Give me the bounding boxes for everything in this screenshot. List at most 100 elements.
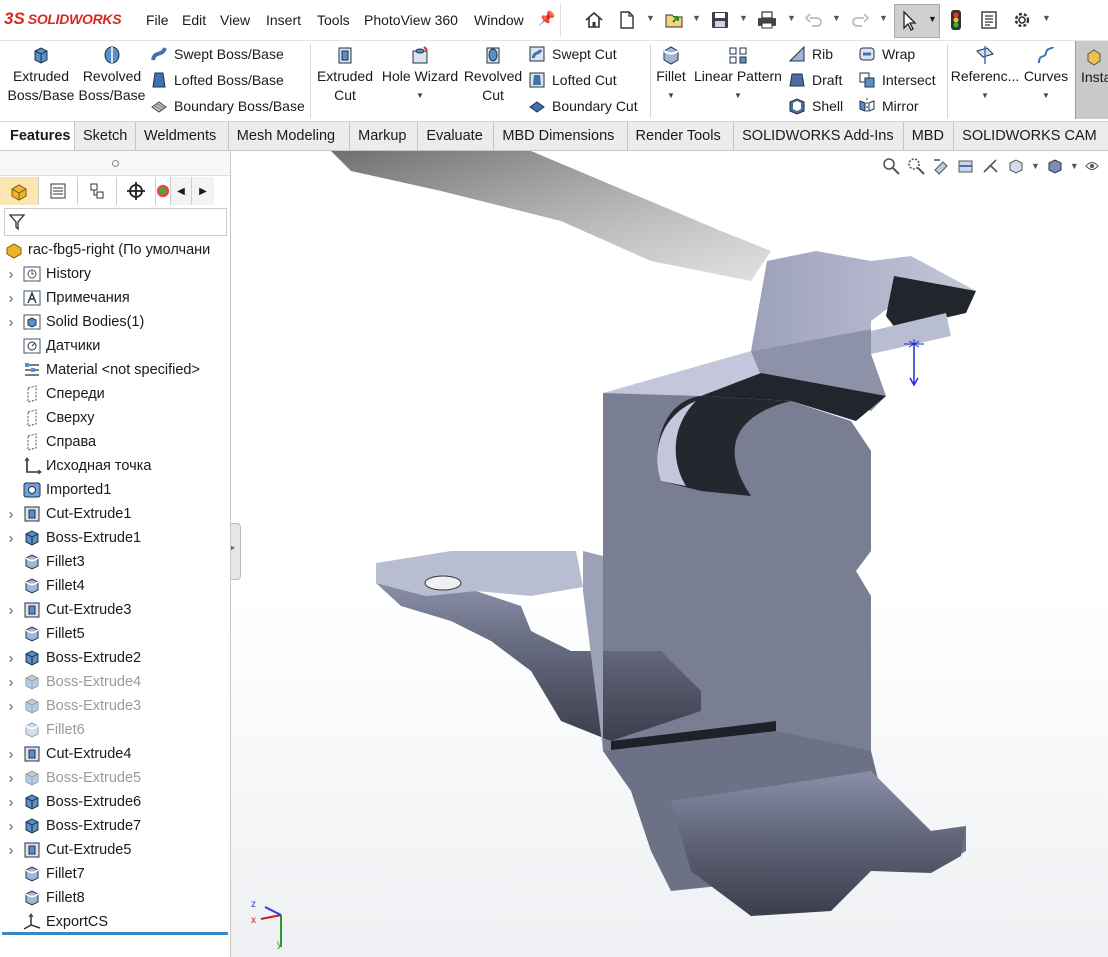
swept-cut-button[interactable]: Swept Cut bbox=[528, 43, 638, 65]
linear-pattern-button[interactable]: Linear Pattern ▼ bbox=[692, 45, 784, 105]
expand-arrow-icon[interactable]: › bbox=[4, 746, 18, 763]
tab-solidworks-cam[interactable]: SOLIDWORKS CAM bbox=[954, 122, 1108, 150]
panel-scrollbar[interactable] bbox=[2, 932, 228, 935]
tree-item[interactable]: Fillet7 bbox=[0, 862, 230, 886]
hole-wizard-dropdown-caret[interactable]: ▼ bbox=[416, 86, 424, 105]
tree-item[interactable]: Fillet6 bbox=[0, 718, 230, 742]
print-dropdown-caret[interactable]: ▼ bbox=[787, 13, 796, 23]
tree-item[interactable]: › Cut-Extrude1 bbox=[0, 502, 230, 526]
curves-button[interactable]: Curves ▼ bbox=[1022, 45, 1070, 105]
tree-item[interactable]: › Solid Bodies(1) bbox=[0, 310, 230, 334]
dimxpert-manager-tab[interactable] bbox=[117, 177, 156, 205]
tab-weldments[interactable]: Weldments bbox=[136, 122, 229, 150]
options-gear-icon[interactable] bbox=[1009, 8, 1035, 32]
menu-window[interactable]: Window bbox=[474, 12, 524, 28]
tree-filter[interactable] bbox=[4, 208, 227, 236]
boundary-cut-button[interactable]: Boundary Cut bbox=[528, 95, 638, 117]
tree-item[interactable]: Справа bbox=[0, 430, 230, 454]
boundary-boss-button[interactable]: Boundary Boss/Base bbox=[150, 95, 305, 117]
expand-arrow-icon[interactable]: › bbox=[4, 842, 18, 859]
new-document-icon[interactable] bbox=[614, 8, 640, 32]
menu-edit[interactable]: Edit bbox=[182, 12, 206, 28]
pin-icon[interactable]: 📌 bbox=[538, 10, 555, 27]
tree-item[interactable]: Спереди bbox=[0, 382, 230, 406]
file-properties-icon[interactable] bbox=[976, 8, 1002, 32]
menu-file[interactable]: File bbox=[146, 12, 169, 28]
tab-mesh-modeling[interactable]: Mesh Modeling bbox=[229, 122, 351, 150]
tree-item[interactable]: ExportCS bbox=[0, 910, 230, 934]
expand-arrow-icon[interactable]: › bbox=[4, 794, 18, 811]
fillet-button[interactable]: Fillet ▼ bbox=[654, 45, 688, 105]
instant3d-button[interactable]: Insta bbox=[1075, 41, 1108, 119]
reference-dropdown-caret[interactable]: ▼ bbox=[981, 86, 989, 105]
expand-arrow-icon[interactable]: › bbox=[4, 530, 18, 547]
tab-sketch[interactable]: Sketch bbox=[75, 122, 136, 150]
extruded-boss-button[interactable]: Extruded Boss/Base bbox=[6, 45, 76, 105]
tree-item[interactable]: › History bbox=[0, 262, 230, 286]
tree-item[interactable]: Fillet3 bbox=[0, 550, 230, 574]
swept-boss-button[interactable]: Swept Boss/Base bbox=[150, 43, 305, 65]
tree-item[interactable]: Imported1 bbox=[0, 478, 230, 502]
tree-item[interactable]: › Cut-Extrude3 bbox=[0, 598, 230, 622]
panel-grip[interactable] bbox=[0, 151, 230, 176]
revolved-boss-button[interactable]: Revolved Boss/Base bbox=[78, 45, 146, 105]
redo-icon[interactable] bbox=[847, 8, 873, 32]
tree-item[interactable]: Fillet4 bbox=[0, 574, 230, 598]
expand-arrow-icon[interactable]: › bbox=[4, 506, 18, 523]
new-dropdown-caret[interactable]: ▼ bbox=[646, 13, 655, 23]
tree-item[interactable]: › Примечания bbox=[0, 286, 230, 310]
expand-arrow-icon[interactable]: › bbox=[4, 602, 18, 619]
open-icon[interactable] bbox=[662, 8, 688, 32]
undo-dropdown-caret[interactable]: ▼ bbox=[832, 13, 841, 23]
tree-item[interactable]: › Cut-Extrude5 bbox=[0, 838, 230, 862]
save-icon[interactable] bbox=[707, 8, 733, 32]
solidworks-logo[interactable]: 3S SOLIDWORKS bbox=[4, 8, 122, 30]
display-manager-tab[interactable] bbox=[156, 177, 171, 205]
tree-item[interactable]: Датчики bbox=[0, 334, 230, 358]
options-dropdown-caret[interactable]: ▼ bbox=[1042, 13, 1051, 23]
tab-features[interactable]: Features bbox=[0, 122, 75, 150]
expand-arrow-icon[interactable]: › bbox=[4, 266, 18, 283]
tree-item[interactable]: › Boss-Extrude5 bbox=[0, 766, 230, 790]
menu-tools[interactable]: Tools bbox=[317, 12, 350, 28]
menu-view[interactable]: View bbox=[220, 12, 250, 28]
save-dropdown-caret[interactable]: ▼ bbox=[739, 13, 748, 23]
expand-arrow-icon[interactable]: › bbox=[4, 770, 18, 787]
tab-solidworks-add-ins[interactable]: SOLIDWORKS Add-Ins bbox=[734, 122, 904, 150]
tree-item[interactable]: Fillet8 bbox=[0, 886, 230, 910]
print-icon[interactable] bbox=[754, 8, 780, 32]
tree-item[interactable]: Fillet5 bbox=[0, 622, 230, 646]
open-dropdown-caret[interactable]: ▼ bbox=[692, 13, 701, 23]
panel-scroll-right[interactable]: ▶ bbox=[192, 177, 214, 205]
menu-photoview[interactable]: PhotoView 360 bbox=[364, 12, 458, 28]
hole-wizard-button[interactable]: Hole Wizard ▼ bbox=[380, 45, 460, 105]
home-icon[interactable] bbox=[581, 8, 607, 32]
draft-button[interactable]: Draft bbox=[788, 69, 843, 91]
undo-icon[interactable] bbox=[801, 8, 827, 32]
lofted-boss-button[interactable]: Lofted Boss/Base bbox=[150, 69, 305, 91]
traffic-light-icon[interactable] bbox=[943, 8, 969, 32]
tree-item[interactable]: › Cut-Extrude4 bbox=[0, 742, 230, 766]
tree-item[interactable]: Исходная точка bbox=[0, 454, 230, 478]
lofted-cut-button[interactable]: Lofted Cut bbox=[528, 69, 638, 91]
expand-arrow-icon[interactable]: › bbox=[4, 818, 18, 835]
panel-scroll-left[interactable]: ◀ bbox=[171, 177, 192, 205]
feature-manager-tab[interactable] bbox=[0, 177, 39, 205]
graphics-viewport[interactable]: ▼ ▼ ▶ z x y bbox=[231, 151, 1108, 957]
expand-arrow-icon[interactable]: › bbox=[4, 650, 18, 667]
wrap-button[interactable]: Wrap bbox=[858, 43, 936, 65]
extruded-cut-button[interactable]: Extruded Cut bbox=[314, 45, 376, 105]
curves-dropdown-caret[interactable]: ▼ bbox=[1042, 86, 1050, 105]
tree-item[interactable]: › Boss-Extrude3 bbox=[0, 694, 230, 718]
tree-item[interactable]: › Boss-Extrude1 bbox=[0, 526, 230, 550]
mirror-button[interactable]: Mirror bbox=[858, 95, 936, 117]
reference-geometry-button[interactable]: Referenc... ▼ bbox=[951, 45, 1019, 105]
configuration-manager-tab[interactable] bbox=[78, 177, 117, 205]
tree-item[interactable]: › Boss-Extrude7 bbox=[0, 814, 230, 838]
property-manager-tab[interactable] bbox=[39, 177, 78, 205]
tree-item[interactable]: › Boss-Extrude2 bbox=[0, 646, 230, 670]
expand-arrow-icon[interactable]: › bbox=[4, 314, 18, 331]
tree-root-part[interactable]: rac-fbg5-right (По умолчани bbox=[0, 238, 230, 262]
tree-item[interactable]: › Boss-Extrude4 bbox=[0, 670, 230, 694]
revolved-cut-button[interactable]: Revolved Cut bbox=[462, 45, 524, 105]
